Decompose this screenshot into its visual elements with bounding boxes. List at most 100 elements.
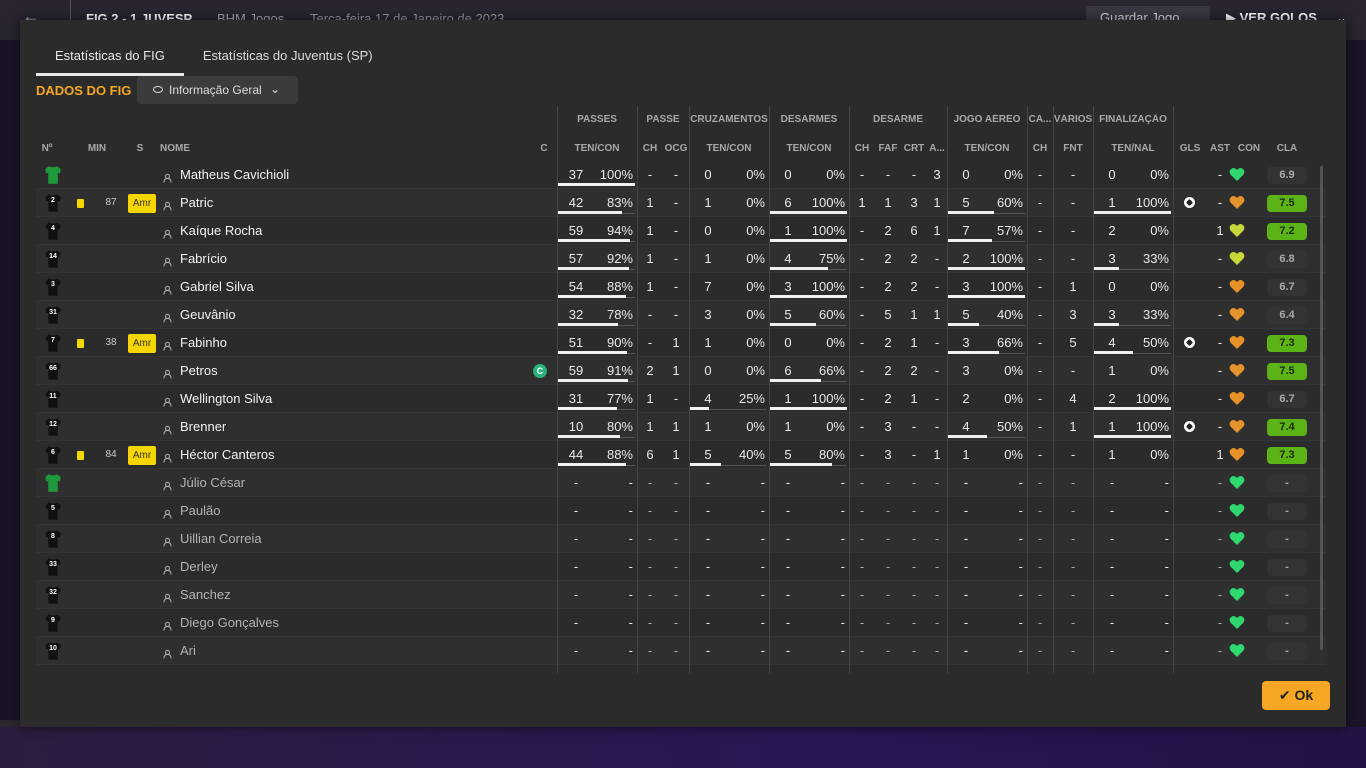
desarme-crt-value: -: [911, 475, 917, 490]
table-row[interactable]: 10 Ari - - - - - - - - - - - - - - - - - - - -: [36, 637, 1326, 665]
desarme-faf-value: -: [885, 475, 891, 490]
player-name[interactable]: Wellington Silva: [180, 385, 272, 413]
col-jogo-aereo[interactable]: TEN/CON: [947, 143, 1027, 154]
desarme-faf-value: 5: [884, 307, 892, 322]
col-nome[interactable]: NOME: [160, 143, 190, 154]
player-name[interactable]: Fabrício: [180, 245, 227, 273]
condition-heart-icon: [1229, 223, 1245, 238]
table-row[interactable]: 5 Paulão - - - - - - - - - - - - - - - - - - - -: [36, 497, 1326, 525]
table-row[interactable]: 12 Brenner 10 80% 1 1 1 0% 1 0% -3- -4 50% -1 1 100% -7.…: [36, 413, 1326, 441]
tab-fig-stats[interactable]: Estatísticas do FIG: [36, 46, 184, 76]
stat-percent: -: [760, 587, 765, 602]
col-ast[interactable]: AST: [1208, 143, 1232, 154]
player-name[interactable]: Júlio César: [180, 469, 245, 497]
stat-bar-fill: [948, 295, 1025, 298]
stat-pair: 1 0%: [689, 413, 769, 441]
stat-attempts: 0: [784, 335, 792, 350]
stat-pair: 1 100%: [1093, 413, 1173, 441]
stat-percent: -: [1018, 643, 1023, 658]
col-finalizacao[interactable]: TEN/NAL: [1093, 143, 1173, 154]
player-name[interactable]: Sanchez: [180, 581, 231, 609]
player-name[interactable]: Fabinho: [180, 329, 227, 357]
player-name[interactable]: Uillian Correia: [180, 525, 262, 553]
player-name[interactable]: Ari: [180, 637, 196, 665]
table-row[interactable]: 11 Wellington Silva 31 77% 1-4 25% 1 100% -2 1-2 0…: [36, 385, 1326, 413]
col-cruzamentos[interactable]: TEN/CON: [689, 143, 769, 154]
column-divider: [1027, 106, 1028, 673]
desarme-ch-value: -: [859, 419, 865, 434]
table-row[interactable]: 6 84 Amr Héctor Canteros 44 88% 6 1 5 40% 5 80% -3-1…: [36, 441, 1326, 469]
stat-pair: 1 0%: [1093, 357, 1173, 385]
varios-fnt-value: -: [1070, 503, 1076, 518]
player-name[interactable]: Diego Gonçalves: [180, 609, 279, 637]
table-row[interactable]: 14 Fabrício 57 92% 1-1 0% 4 75% -2 2-2 100% - -3 33% -…: [36, 245, 1326, 273]
table-row[interactable]: 3 Gabriel Silva 54 88% 1-7 0% 3 100% -2 2-3 100% -1…: [36, 273, 1326, 301]
stat-bar-fill: [558, 183, 635, 186]
col-con[interactable]: CON: [1235, 143, 1263, 154]
player-name[interactable]: Petros: [180, 357, 218, 385]
col-min[interactable]: MIN: [82, 143, 112, 154]
col-des-ch[interactable]: CH: [849, 143, 875, 154]
table-row[interactable]: 4 Kaíque Rocha 59 94% 1-0 0% 1 100% -2 6 1 7 57% - -2 0…: [36, 217, 1326, 245]
stat-bar-fill: [770, 267, 828, 270]
stat-pair: 4 50%: [1093, 329, 1173, 357]
ca-ch-value: -: [1037, 475, 1043, 490]
table-row[interactable]: 9 Diego Gonçalves - - - - - - - - - - - - - - - - - - - -: [36, 609, 1326, 637]
col-s[interactable]: S: [132, 143, 148, 154]
col-des-crt[interactable]: CRT: [901, 143, 927, 154]
player-name[interactable]: Kaíque Rocha: [180, 217, 262, 245]
col-des-a[interactable]: A...: [927, 143, 947, 154]
col-fnt[interactable]: FNT: [1053, 143, 1093, 154]
col-passe-ocg[interactable]: OCG: [663, 143, 689, 154]
table-row[interactable]: 33 Derley - - - - - - - - - - - - - - - - - - - -: [36, 553, 1326, 581]
table-row[interactable]: Matheus Cavichioli 37 100% - -0 0% 0 0% - - -3 0 0% -…: [36, 161, 1326, 189]
table-row[interactable]: 31 Geuvânio 32 78% - -3 0% 5 60% -5 1 1 5 40% -3 3 33% -6…: [36, 301, 1326, 329]
stat-percent: -: [1164, 531, 1169, 546]
col-des-faf[interactable]: FAF: [875, 143, 901, 154]
player-rating: 7.2: [1267, 223, 1307, 240]
player-name[interactable]: Brenner: [180, 413, 226, 441]
stat-attempts: -: [705, 587, 711, 602]
table-row[interactable]: 8 Uillian Correia - - - - - - - - - - - - - - - - - - - -: [36, 525, 1326, 553]
table-row[interactable]: 7 38 Amr Fabinho 51 90% -1 1 0% 0 0% -2 1-3 66% -5 4 50%…: [36, 329, 1326, 357]
stat-pair: --: [557, 553, 637, 581]
captain-badge: C: [533, 364, 547, 378]
col-cla[interactable]: CLA: [1267, 143, 1307, 154]
tab-juventus-stats[interactable]: Estatísticas do Juventus (SP): [184, 46, 392, 76]
col-passe-ch[interactable]: CH: [637, 143, 663, 154]
col-passes[interactable]: TEN/CON: [557, 143, 637, 154]
col-no[interactable]: Nº: [36, 143, 58, 154]
col-ca-ch[interactable]: CH: [1027, 143, 1053, 154]
player-rating: 6.4: [1267, 307, 1307, 324]
col-desarmes[interactable]: TEN/CON: [769, 143, 849, 154]
stat-pair: 3 33%: [1093, 301, 1173, 329]
stat-attempts: -: [705, 475, 711, 490]
player-name[interactable]: Héctor Canteros: [180, 441, 275, 469]
stat-bar-fill: [770, 463, 832, 466]
stat-pair: 3 100%: [947, 273, 1027, 301]
stat-percent: 0%: [746, 223, 765, 238]
col-c[interactable]: C: [537, 143, 551, 154]
table-row[interactable]: 2 87 Amr Patric 42 83% 1-1 0% 6 100% 1 1 3 1 5 60% - -1 10…: [36, 189, 1326, 217]
player-name[interactable]: Geuvânio: [180, 301, 236, 329]
table-row[interactable]: 32 Sanchez - - - - - - - - - - - - - - - - - - - -: [36, 581, 1326, 609]
stat-pair: --: [557, 497, 637, 525]
col-gls[interactable]: GLS: [1177, 143, 1203, 154]
view-dropdown[interactable]: Informação Geral ⌄: [137, 76, 298, 104]
person-icon: [163, 618, 172, 631]
ok-button[interactable]: ✔ Ok: [1262, 681, 1330, 710]
desarme-a-value: 3: [933, 167, 941, 182]
desarme-crt-value: 6: [910, 223, 918, 238]
table-row[interactable]: Júlio César - - - - - - - - - - - - - - - - - - - -: [36, 469, 1326, 497]
player-name[interactable]: Gabriel Silva: [180, 273, 254, 301]
stat-bar-fill: [558, 379, 629, 382]
passe-ocg-value: 1: [672, 419, 680, 434]
player-name[interactable]: Matheus Cavichioli: [180, 161, 289, 189]
stat-bar-fill: [558, 239, 631, 242]
scrollbar[interactable]: [1320, 166, 1323, 650]
varios-fnt-value: 1: [1069, 279, 1077, 294]
player-name[interactable]: Derley: [180, 553, 218, 581]
player-name[interactable]: Patric: [180, 189, 213, 217]
table-row[interactable]: 66 Petros C 59 91% 2 1 0 0% 6 66% -2 2-3 0% - -1 0% -7.5: [36, 357, 1326, 385]
player-name[interactable]: Paulão: [180, 497, 220, 525]
